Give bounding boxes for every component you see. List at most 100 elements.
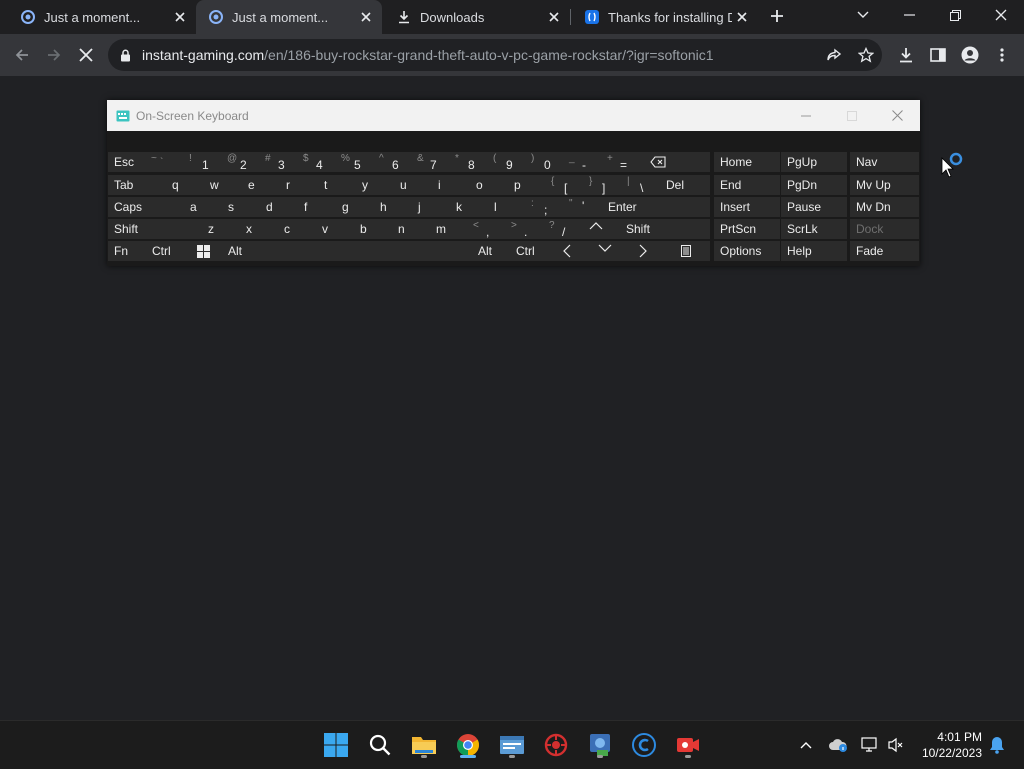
key-c[interactable]: c: [278, 219, 316, 239]
key-pgdn[interactable]: PgDn: [781, 175, 847, 195]
key-semicolon[interactable]: :;: [526, 197, 564, 217]
key-shift-right[interactable]: Shift: [620, 219, 710, 239]
key-1[interactable]: ! 1: [184, 152, 222, 172]
key-comma[interactable]: <,: [468, 219, 506, 239]
key-end[interactable]: End: [714, 175, 780, 195]
osk-close-button[interactable]: [874, 100, 920, 131]
key-left-arrow[interactable]: [548, 241, 586, 261]
key-j[interactable]: j: [412, 197, 450, 217]
key-a[interactable]: a: [184, 197, 222, 217]
osk-maximize-button[interactable]: [829, 100, 875, 131]
side-panel-button[interactable]: [922, 39, 954, 71]
key-right-arrow[interactable]: [624, 241, 662, 261]
taskbar-antivirus[interactable]: [540, 729, 572, 761]
lock-icon[interactable]: [120, 49, 134, 62]
close-window-button[interactable]: [978, 0, 1024, 30]
address-bar[interactable]: instant-gaming.com/en/186-buy-rockstar-g…: [108, 39, 882, 71]
key-h[interactable]: h: [374, 197, 412, 217]
key-s[interactable]: s: [222, 197, 260, 217]
key-8[interactable]: * 8: [450, 152, 488, 172]
minimize-button[interactable]: [886, 0, 932, 30]
key-m[interactable]: m: [430, 219, 468, 239]
tab-search-button[interactable]: [840, 0, 886, 30]
share-button[interactable]: [820, 39, 848, 71]
key-0[interactable]: ) 0: [526, 152, 564, 172]
key-scrlk[interactable]: ScrLk: [781, 219, 847, 239]
key-4[interactable]: $4: [298, 152, 336, 172]
profile-button[interactable]: [954, 39, 986, 71]
key-down-arrow[interactable]: [586, 241, 624, 261]
key-nav[interactable]: Nav: [850, 152, 919, 172]
key-k[interactable]: k: [450, 197, 488, 217]
key-ctrl-left[interactable]: Ctrl: [146, 241, 184, 261]
key-v[interactable]: v: [316, 219, 354, 239]
key-p[interactable]: p: [508, 175, 546, 195]
key-right-bracket[interactable]: }]: [584, 175, 622, 195]
key-9[interactable]: (9: [488, 152, 526, 172]
show-hidden-icons-button[interactable]: [794, 733, 818, 757]
onedrive-tray-icon[interactable]: [826, 733, 850, 757]
tab-downloads[interactable]: Downloads: [384, 0, 570, 34]
key-e[interactable]: e: [242, 175, 280, 195]
key-7[interactable]: & 7: [412, 152, 450, 172]
start-button[interactable]: [320, 729, 352, 761]
taskbar-app[interactable]: [496, 729, 528, 761]
key-d[interactable]: d: [260, 197, 298, 217]
volume-tray-icon[interactable]: [884, 733, 908, 757]
key-insert[interactable]: Insert: [714, 197, 780, 217]
key-menu[interactable]: [662, 241, 710, 261]
search-button[interactable]: [364, 729, 396, 761]
osk-title-bar[interactable]: On-Screen Keyboard: [107, 100, 920, 131]
restore-button[interactable]: [932, 0, 978, 30]
key-i[interactable]: i: [432, 175, 470, 195]
key-alt-right[interactable]: Alt: [472, 241, 510, 261]
key-up-arrow[interactable]: [582, 219, 620, 239]
key-pause[interactable]: Pause: [781, 197, 847, 217]
key-backslash[interactable]: | \: [622, 175, 660, 195]
key-b[interactable]: b: [354, 219, 392, 239]
key-mv-up[interactable]: Mv Up: [850, 175, 919, 195]
back-button[interactable]: [6, 39, 38, 71]
new-tab-button[interactable]: [766, 5, 788, 27]
key-period[interactable]: >.: [506, 219, 544, 239]
key-quote[interactable]: " ': [564, 197, 602, 217]
key-backtick[interactable]: ~ `: [146, 152, 184, 172]
key-tab[interactable]: Tab: [108, 175, 166, 195]
key-w[interactable]: w: [204, 175, 242, 195]
notifications-button[interactable]: [985, 733, 1009, 757]
key-home[interactable]: Home: [714, 152, 780, 172]
osk-minimize-button[interactable]: [783, 100, 829, 131]
key-windows[interactable]: [184, 241, 222, 261]
key-y[interactable]: y: [356, 175, 394, 195]
tab-just-a-moment-1[interactable]: Just a moment...: [8, 0, 196, 34]
bookmark-button[interactable]: [852, 39, 880, 71]
key-o[interactable]: o: [470, 175, 508, 195]
key-alt-left[interactable]: Alt: [222, 241, 260, 261]
key-options[interactable]: Options: [714, 241, 780, 261]
key-del[interactable]: Del: [660, 175, 710, 195]
key-shift-left[interactable]: Shift: [108, 219, 202, 239]
network-tray-icon[interactable]: [858, 733, 882, 757]
key-ctrl-right[interactable]: Ctrl: [510, 241, 548, 261]
key-2[interactable]: @2: [222, 152, 260, 172]
key-minus[interactable]: _ -: [564, 152, 602, 172]
key-g[interactable]: g: [336, 197, 374, 217]
key-left-bracket[interactable]: {[: [546, 175, 584, 195]
key-x[interactable]: x: [240, 219, 278, 239]
key-l[interactable]: l: [488, 197, 526, 217]
close-tab-icon[interactable]: [732, 7, 752, 27]
key-q[interactable]: q: [166, 175, 204, 195]
key-fade[interactable]: Fade: [850, 241, 919, 261]
close-tab-icon[interactable]: [544, 7, 564, 27]
key-z[interactable]: z: [202, 219, 240, 239]
key-r[interactable]: r: [280, 175, 318, 195]
key-equals[interactable]: + =: [602, 152, 640, 172]
key-5[interactable]: % 5: [336, 152, 374, 172]
taskbar-clock[interactable]: 4:01 PM 10/22/2023: [908, 729, 982, 761]
taskbar-ccleaner[interactable]: [628, 729, 660, 761]
key-space[interactable]: [260, 241, 472, 261]
forward-button[interactable]: [38, 39, 70, 71]
key-u[interactable]: u: [394, 175, 432, 195]
stop-loading-button[interactable]: [70, 39, 102, 71]
key-pgup[interactable]: PgUp: [781, 152, 847, 172]
